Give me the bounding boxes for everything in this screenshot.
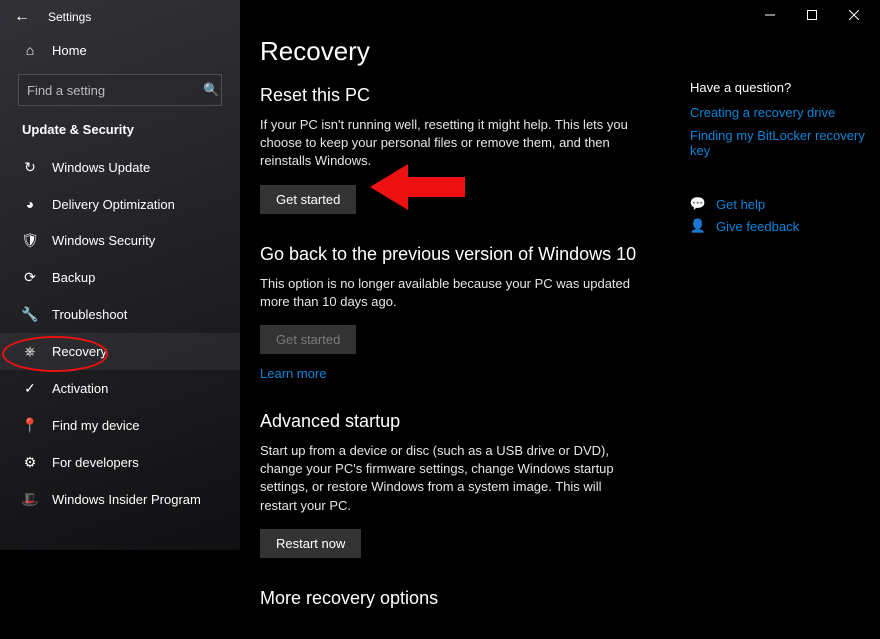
recovery-icon: ⎈ [22, 343, 38, 360]
sidebar-item-windows-insider[interactable]: 🎩 Windows Insider Program [0, 481, 240, 518]
sidebar-item-label: For developers [52, 455, 139, 470]
sidebar-item-backup[interactable]: ⟳ Backup [0, 259, 240, 296]
sidebar-item-delivery-optimization[interactable]: ◕ Delivery Optimization [0, 186, 240, 222]
section-advanced-startup: Advanced startup Start up from a device … [260, 411, 640, 558]
minimize-button[interactable] [750, 1, 790, 29]
reset-heading: Reset this PC [260, 85, 640, 106]
main-pane: Recovery Reset this PC If your PC isn't … [240, 0, 880, 550]
page-title: Recovery [260, 36, 680, 67]
give-feedback-link[interactable]: 👤 Give feedback [690, 218, 870, 234]
titlebar [240, 0, 880, 30]
sidebar-item-label: Windows Update [52, 160, 150, 175]
wrench-icon: 🔧 [22, 306, 38, 323]
section-reset-pc: Reset this PC If your PC isn't running w… [260, 85, 640, 214]
dev-icon: ⚙ [22, 454, 38, 471]
sidebar-item-label: Windows Insider Program [52, 492, 201, 507]
sidebar-group-label: Update & Security [0, 120, 240, 149]
get-help-label: Get help [716, 197, 765, 212]
back-icon[interactable]: ← [14, 8, 30, 26]
chat-icon: 💬 [690, 196, 706, 212]
advanced-body: Start up from a device or disc (such as … [260, 442, 640, 515]
get-help-link[interactable]: 💬 Get help [690, 196, 870, 212]
more-heading: More recovery options [260, 588, 640, 609]
sidebar-item-troubleshoot[interactable]: 🔧 Troubleshoot [0, 296, 240, 333]
help-column: Have a question? Creating a recovery dri… [680, 36, 870, 639]
sync-icon: ↻ [22, 159, 38, 176]
insider-icon: 🎩 [22, 491, 38, 508]
optimize-icon: ◕ [22, 196, 38, 212]
sidebar-item-label: Activation [52, 381, 108, 396]
sidebar-item-recovery[interactable]: ⎈ Recovery [0, 333, 240, 370]
search-box[interactable]: 🔍 [18, 74, 222, 106]
sidebar-item-windows-update[interactable]: ↻ Windows Update [0, 149, 240, 186]
section-more-recovery: More recovery options [260, 588, 640, 609]
goback-heading: Go back to the previous version of Windo… [260, 244, 640, 265]
sidebar-home[interactable]: ⌂ Home [0, 32, 240, 68]
feedback-icon: 👤 [690, 218, 706, 234]
locate-icon: 📍 [22, 417, 38, 434]
sidebar-item-label: Delivery Optimization [52, 197, 175, 212]
sidebar-item-label: Backup [52, 270, 95, 285]
reset-get-started-button[interactable]: Get started [260, 185, 356, 214]
sidebar-item-windows-security[interactable]: 🛡 Windows Security [0, 222, 240, 259]
check-icon: ✓ [22, 380, 38, 397]
search-input[interactable] [27, 83, 203, 98]
section-go-back: Go back to the previous version of Windo… [260, 244, 640, 381]
search-icon: 🔍 [203, 82, 219, 98]
help-link-bitlocker-key[interactable]: Finding my BitLocker recovery key [690, 128, 870, 158]
sidebar-item-activation[interactable]: ✓ Activation [0, 370, 240, 407]
question-heading: Have a question? [690, 80, 870, 95]
home-icon: ⌂ [22, 42, 38, 58]
sidebar-item-for-developers[interactable]: ⚙ For developers [0, 444, 240, 481]
reset-body: If your PC isn't running well, resetting… [260, 116, 640, 171]
sidebar-item-find-my-device[interactable]: 📍 Find my device [0, 407, 240, 444]
shield-icon: 🛡 [22, 232, 38, 249]
sidebar-item-label: Troubleshoot [52, 307, 127, 322]
goback-learn-more-link[interactable]: Learn more [260, 366, 640, 381]
help-link-recovery-drive[interactable]: Creating a recovery drive [690, 105, 870, 120]
sidebar-item-label: Recovery [52, 344, 107, 359]
close-button[interactable] [834, 1, 874, 29]
restart-now-button[interactable]: Restart now [260, 529, 361, 558]
goback-body: This option is no longer available becau… [260, 275, 640, 311]
backup-icon: ⟳ [22, 269, 38, 286]
sidebar-item-label: Windows Security [52, 233, 155, 248]
goback-get-started-button: Get started [260, 325, 356, 354]
give-feedback-label: Give feedback [716, 219, 799, 234]
window-title: Settings [48, 10, 91, 24]
advanced-heading: Advanced startup [260, 411, 640, 432]
sidebar-home-label: Home [52, 43, 87, 58]
settings-sidebar: ← Settings ⌂ Home 🔍 Update & Security ↻ … [0, 0, 240, 550]
sidebar-item-label: Find my device [52, 418, 139, 433]
maximize-button[interactable] [792, 1, 832, 29]
